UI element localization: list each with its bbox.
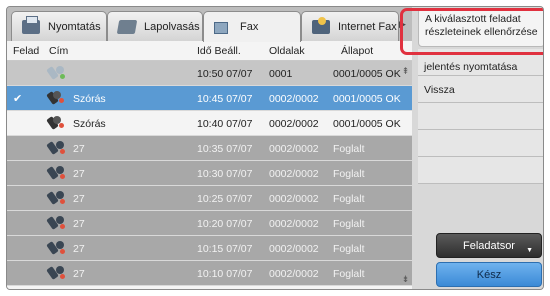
tab-scroll-right-icon[interactable]: ▶ <box>399 19 406 31</box>
print-report-menu-item[interactable]: jelentés nyomtatása <box>418 49 543 76</box>
tab-label: Lapolvasás <box>144 20 200 33</box>
tab-label: Nyomtatás <box>48 20 101 33</box>
tab-label: Fax <box>240 21 259 33</box>
table-row[interactable]: 27 10:15 07/07 0002/0002 Foglalt <box>7 236 412 261</box>
table-header: Felad Cím Idő Beáll. Oldalak Állapot <box>7 41 412 61</box>
menu-empty-slot <box>418 103 543 130</box>
cell-allapot: Foglalt <box>333 143 365 155</box>
back-menu-item[interactable]: Vissza <box>418 76 543 103</box>
table-row[interactable]: 27 10:10 07/07 0002/0002 Foglalt <box>7 261 412 286</box>
check-icon: ✔ <box>13 93 23 105</box>
cell-allapot: 0001/0005 OK <box>333 118 401 130</box>
cell-ido: 10:50 07/07 <box>197 68 253 80</box>
fax-job-icon <box>46 241 65 255</box>
table-row[interactable]: 27 10:20 07/07 0002/0002 Foglalt <box>7 211 412 236</box>
job-queue-button[interactable]: Feladatsor ▼ <box>436 233 542 258</box>
tab-print[interactable]: Nyomtatás <box>11 11 107 41</box>
cell-oldalak: 0002/0002 <box>269 243 319 255</box>
caret-down-icon: ▼ <box>526 247 533 254</box>
scroll-down-icon[interactable]: ⇟ <box>399 269 412 289</box>
table-row[interactable]: 27 10:25 07/07 0002/0002 Foglalt <box>7 186 412 211</box>
cell-allapot: Foglalt <box>333 168 365 180</box>
cell-oldalak: 0002/0002 <box>269 193 319 205</box>
scroll-up-icon[interactable]: ⇞ <box>399 61 412 81</box>
job-table: Felad Cím Idő Beáll. Oldalak Állapot 10:… <box>7 41 412 289</box>
menu-empty-slot <box>418 157 543 184</box>
cell-oldalak: 0001 <box>269 68 293 80</box>
cell-oldalak: 0002/0002 <box>269 268 319 280</box>
cell-allapot: Foglalt <box>333 243 365 255</box>
cell-ido: 10:20 07/07 <box>197 218 253 230</box>
fax-job-icon <box>46 191 65 205</box>
tab-fax[interactable]: Fax <box>203 11 301 42</box>
broadcast-icon <box>46 91 65 105</box>
printer-icon <box>22 15 40 34</box>
column-felad: Felad <box>13 45 40 57</box>
table-row[interactable]: 10:50 07/07 0001 0001/0005 OK <box>7 61 412 86</box>
menu-empty-slot <box>418 130 543 157</box>
action-panel: A kiválasztott feladat részleteinek elle… <box>412 7 543 289</box>
table-row[interactable]: 27 10:30 07/07 0002/0002 Foglalt <box>7 161 412 186</box>
cell-ido: 10:25 07/07 <box>197 193 253 205</box>
cell-allapot: Foglalt <box>333 193 365 205</box>
cell-cim: 27 <box>73 218 85 230</box>
broadcast-icon <box>46 116 65 130</box>
cell-cim: 27 <box>73 193 85 205</box>
cell-allapot: Foglalt <box>333 218 365 230</box>
fax-job-icon <box>46 166 65 180</box>
cell-ido: 10:35 07/07 <box>197 143 253 155</box>
cell-allapot: 0001/0005 OK <box>333 68 401 80</box>
cell-oldalak: 0002/0002 <box>269 218 319 230</box>
cell-oldalak: 0002/0002 <box>269 168 319 180</box>
tab-internet-fax[interactable]: Internet Fax <box>301 11 399 41</box>
cell-cim: Szórás <box>73 118 106 130</box>
cell-oldalak: 0002/0002 <box>269 118 319 130</box>
job-status-screen: Nyomtatás Lapolvasás Fax Internet Fax ▶ … <box>6 6 544 290</box>
scanner-icon <box>116 19 138 34</box>
fax-sent-icon <box>46 66 65 80</box>
table-row[interactable]: ✔ Szórás 10:45 07/07 0002/0002 0001/0005… <box>7 86 412 111</box>
cell-cim: 27 <box>73 168 85 180</box>
fax-job-icon <box>46 216 65 230</box>
done-button[interactable]: Kész <box>436 262 542 287</box>
table-row[interactable]: 27 10:35 07/07 0002/0002 Foglalt <box>7 136 412 161</box>
cell-ido: 10:45 07/07 <box>197 93 253 105</box>
tab-scan[interactable]: Lapolvasás <box>107 11 203 41</box>
fax-icon <box>214 20 232 34</box>
column-cim: Cím <box>49 45 69 57</box>
cell-ido: 10:10 07/07 <box>197 268 253 280</box>
done-label: Kész <box>476 268 502 281</box>
internet-fax-icon <box>312 16 330 34</box>
cell-cim: 27 <box>73 143 85 155</box>
cell-oldalak: 0002/0002 <box>269 143 319 155</box>
cell-ido: 10:15 07/07 <box>197 243 253 255</box>
cell-allapot: 0001/0005 OK <box>333 93 401 105</box>
cell-ido: 10:40 07/07 <box>197 118 253 130</box>
tab-label: Internet Fax <box>338 20 397 33</box>
cell-oldalak: 0002/0002 <box>269 93 319 105</box>
job-queue-label: Feladatsor <box>463 239 515 252</box>
cell-cim: 27 <box>73 268 85 280</box>
cell-cim: Szórás <box>73 93 106 105</box>
cell-cim: 27 <box>73 243 85 255</box>
fax-job-icon <box>46 266 65 280</box>
check-details-menu-item[interactable]: A kiválasztott feladat részleteinek elle… <box>418 8 543 47</box>
table-row[interactable]: Szórás 10:40 07/07 0002/0002 0001/0005 O… <box>7 111 412 136</box>
column-ido: Idő Beáll. <box>197 45 241 57</box>
cell-allapot: Foglalt <box>333 268 365 280</box>
cell-ido: 10:30 07/07 <box>197 168 253 180</box>
column-allapot: Állapot <box>341 45 374 57</box>
column-oldalak: Oldalak <box>269 45 305 57</box>
fax-job-icon <box>46 141 65 155</box>
